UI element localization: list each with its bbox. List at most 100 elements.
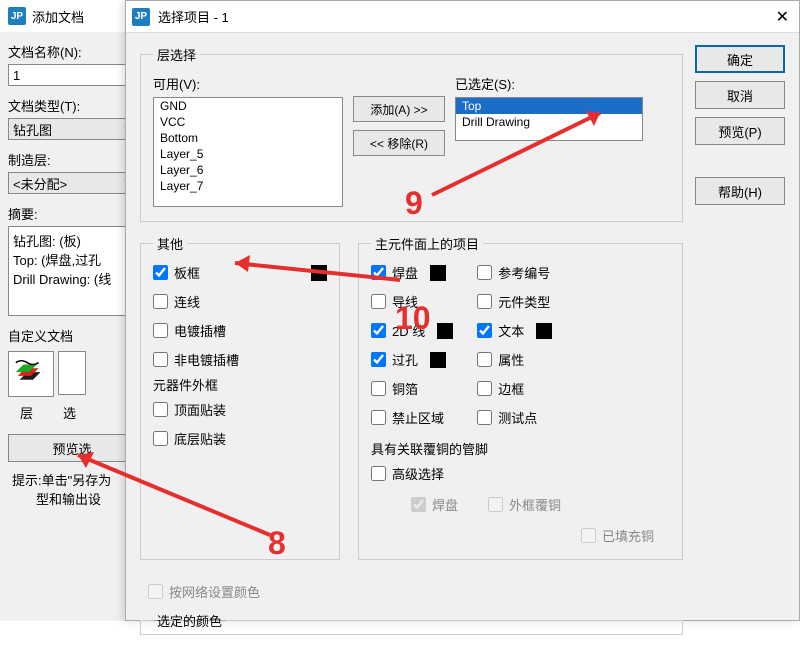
- cancel-button[interactable]: 取消: [695, 81, 785, 109]
- assoc-copper-label: 具有关联覆铜的管脚: [371, 439, 670, 458]
- front-window-titlebar: JP 选择项目 - 1 ✕: [126, 1, 799, 33]
- checkbox[interactable]: [371, 265, 386, 280]
- available-listbox[interactable]: GND VCC Bottom Layer_5 Layer_6 Layer_7: [153, 97, 343, 207]
- chk-advanced[interactable]: 高级选择: [371, 464, 670, 483]
- list-item[interactable]: Layer_5: [154, 146, 342, 162]
- selected-color-fieldset: 选定的颜色: [140, 611, 683, 635]
- summary-line: Top: (焊盘,过孔: [13, 250, 131, 269]
- doc-type-value: 钻孔图: [13, 120, 52, 139]
- chk-outer-copper: 外框覆铜: [488, 495, 561, 514]
- chk-wire[interactable]: 导线: [371, 292, 453, 311]
- checkbox[interactable]: [477, 265, 492, 280]
- back-window-title: 添加文档: [32, 7, 84, 26]
- close-icon[interactable]: ✕: [776, 7, 789, 27]
- doc-name-input[interactable]: [8, 64, 136, 86]
- app-icon: JP: [8, 7, 26, 25]
- preview-selection-button[interactable]: 预览选: [8, 434, 136, 462]
- ok-button[interactable]: 确定: [695, 45, 785, 73]
- fab-layer-value: <未分配>: [13, 174, 67, 193]
- chk-refdes[interactable]: 参考编号: [477, 263, 552, 282]
- checkbox[interactable]: [371, 294, 386, 309]
- color-swatch[interactable]: [437, 323, 453, 339]
- chk-lines[interactable]: 连线: [153, 292, 327, 311]
- color-swatch[interactable]: [311, 265, 327, 281]
- list-item[interactable]: Drill Drawing: [456, 114, 642, 130]
- summary-box: 钻孔图: (板) Top: (焊盘,过孔 Drill Drawing: (线: [8, 226, 136, 316]
- checkbox[interactable]: [153, 323, 168, 338]
- chk-pad-disabled: 焊盘: [411, 495, 458, 514]
- chk-plated-slot[interactable]: 电镀插槽: [153, 321, 327, 340]
- front-window-title: 选择项目 - 1: [158, 7, 229, 26]
- list-item[interactable]: Layer_7: [154, 178, 342, 194]
- doc-name-label: 文档名称(N):: [8, 42, 136, 61]
- comp-outline-label: 元器件外框: [153, 375, 327, 394]
- other-legend: 其他: [153, 234, 187, 253]
- list-item[interactable]: VCC: [154, 114, 342, 130]
- checkbox[interactable]: [477, 323, 492, 338]
- chk-keepout[interactable]: 禁止区域: [371, 408, 453, 427]
- doc-type-label: 文档类型(T):: [8, 96, 136, 115]
- checkbox[interactable]: [371, 323, 386, 338]
- layer-select-fieldset: 层选择 可用(V): GND VCC Bottom Layer_5 Layer_…: [140, 45, 683, 222]
- layer-select-legend: 层选择: [153, 45, 200, 64]
- summary-line: Drill Drawing: (线: [13, 269, 131, 288]
- chk-comptype[interactable]: 元件类型: [477, 292, 552, 311]
- fab-layer-label: 制造层:: [8, 150, 136, 169]
- chk-by-net-color: 按网络设置颜色: [148, 582, 683, 601]
- add-button[interactable]: 添加(A) >>: [353, 96, 445, 122]
- checkbox[interactable]: [153, 265, 168, 280]
- checkbox[interactable]: [371, 381, 386, 396]
- chk-copper[interactable]: 铜箔: [371, 379, 453, 398]
- chk-attr[interactable]: 属性: [477, 350, 552, 369]
- checkbox: [488, 497, 503, 512]
- list-item[interactable]: GND: [154, 98, 342, 114]
- checkbox[interactable]: [153, 294, 168, 309]
- chk-frame[interactable]: 板框: [153, 263, 327, 282]
- available-label: 可用(V):: [153, 74, 343, 93]
- back-window-titlebar: JP 添加文档: [0, 0, 144, 32]
- chk-outline-bottom[interactable]: 底层贴装: [153, 429, 327, 448]
- list-item[interactable]: Top: [456, 98, 642, 114]
- checkbox[interactable]: [371, 352, 386, 367]
- remove-button[interactable]: << 移除(R): [353, 130, 445, 156]
- chk-2dline[interactable]: 2D 线: [371, 321, 453, 340]
- doc-type-select[interactable]: 钻孔图 ▾: [8, 118, 136, 140]
- color-swatch[interactable]: [536, 323, 552, 339]
- chk-testpoint[interactable]: 测试点: [477, 408, 552, 427]
- chk-pad[interactable]: 焊盘: [371, 263, 453, 282]
- chk-via[interactable]: 过孔: [371, 350, 453, 369]
- tab-layer[interactable]: 层: [20, 403, 33, 422]
- tab-select[interactable]: 选: [63, 403, 76, 422]
- fab-layer-select[interactable]: <未分配> ▾: [8, 172, 136, 194]
- other-fieldset: 其他 板框 连线 电镀插槽 非电镀插槽 元器件外框 顶面贴装 底层贴装: [140, 234, 340, 560]
- mini-doc-icon[interactable]: [58, 351, 86, 395]
- checkbox[interactable]: [153, 402, 168, 417]
- checkbox[interactable]: [371, 466, 386, 481]
- chk-outline-top[interactable]: 顶面贴装: [153, 400, 327, 419]
- checkbox[interactable]: [371, 410, 386, 425]
- layers-stack-icon[interactable]: [8, 351, 54, 397]
- selected-label: 已选定(S):: [455, 74, 643, 93]
- selected-listbox[interactable]: Top Drill Drawing: [455, 97, 643, 141]
- checkbox[interactable]: [477, 352, 492, 367]
- checkbox[interactable]: [477, 294, 492, 309]
- help-button[interactable]: 帮助(H): [695, 177, 785, 205]
- summary-line: 钻孔图: (板): [13, 231, 131, 250]
- custom-doc-icons: [8, 351, 136, 397]
- chk-nonplated-slot[interactable]: 非电镀插槽: [153, 350, 327, 369]
- checkbox[interactable]: [477, 410, 492, 425]
- chk-border[interactable]: 边框: [477, 379, 552, 398]
- custom-doc-label: 自定义文档: [8, 326, 136, 345]
- checkbox[interactable]: [153, 431, 168, 446]
- color-swatch[interactable]: [430, 265, 446, 281]
- tip-text: 提示:单击"另存为 型和输出设: [8, 462, 136, 516]
- checkbox: [581, 528, 596, 543]
- list-item[interactable]: Layer_6: [154, 162, 342, 178]
- chk-filled-copper: 已填充铜: [581, 526, 654, 545]
- checkbox[interactable]: [477, 381, 492, 396]
- chk-text[interactable]: 文本: [477, 321, 552, 340]
- color-swatch[interactable]: [430, 352, 446, 368]
- list-item[interactable]: Bottom: [154, 130, 342, 146]
- checkbox[interactable]: [153, 352, 168, 367]
- preview-button[interactable]: 预览(P): [695, 117, 785, 145]
